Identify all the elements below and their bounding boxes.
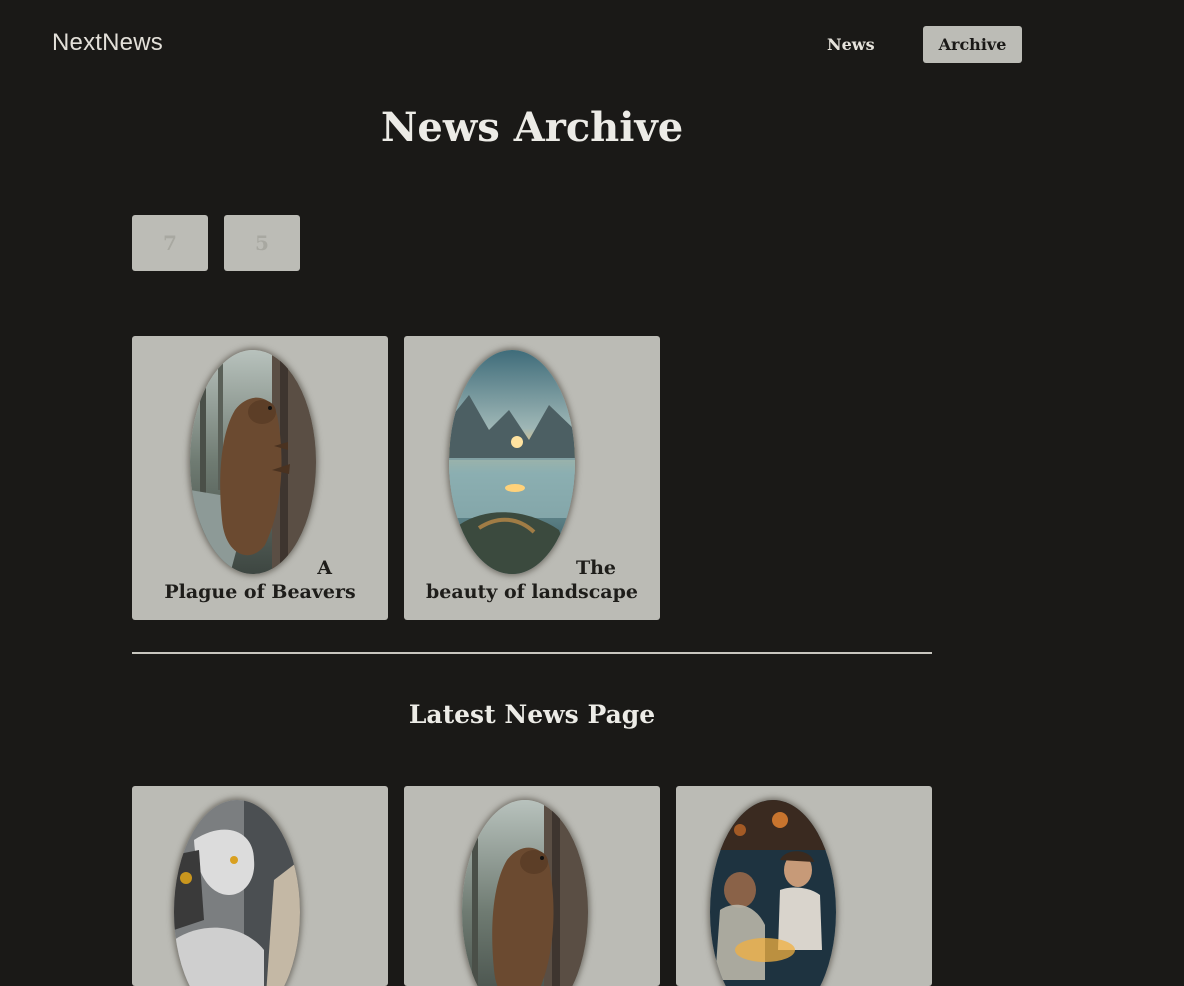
- main-nav: News Archive: [811, 26, 1023, 63]
- site-logo[interactable]: NextNews: [52, 29, 163, 57]
- beaver-image: [462, 800, 588, 986]
- nav-archive[interactable]: Archive: [922, 26, 1023, 63]
- archive-news-grid: A Plague of Beavers The beauty of landsc…: [132, 336, 660, 620]
- latest-news-grid: [132, 786, 932, 986]
- news-card[interactable]: The beauty of landscape: [404, 336, 660, 620]
- news-card-title: A Plague of Beavers: [164, 557, 356, 603]
- news-card[interactable]: [404, 786, 660, 986]
- news-card[interactable]: A Plague of Beavers: [132, 336, 388, 620]
- nav-news[interactable]: News: [811, 26, 891, 63]
- year-button-7[interactable]: 7: [132, 215, 208, 271]
- latest-news-title: Latest News Page: [408, 700, 656, 729]
- page-title: News Archive: [380, 104, 684, 151]
- beaver-image: [190, 350, 316, 574]
- robot-image: [174, 800, 300, 986]
- chefs-image: [710, 800, 836, 986]
- year-filter: 7 5: [132, 215, 300, 271]
- news-card-title: The beauty of landscape: [426, 557, 638, 603]
- news-card[interactable]: [676, 786, 932, 986]
- landscape-image: [449, 350, 575, 574]
- year-button-5[interactable]: 5: [224, 215, 300, 271]
- section-divider: [132, 652, 932, 654]
- news-card[interactable]: [132, 786, 388, 986]
